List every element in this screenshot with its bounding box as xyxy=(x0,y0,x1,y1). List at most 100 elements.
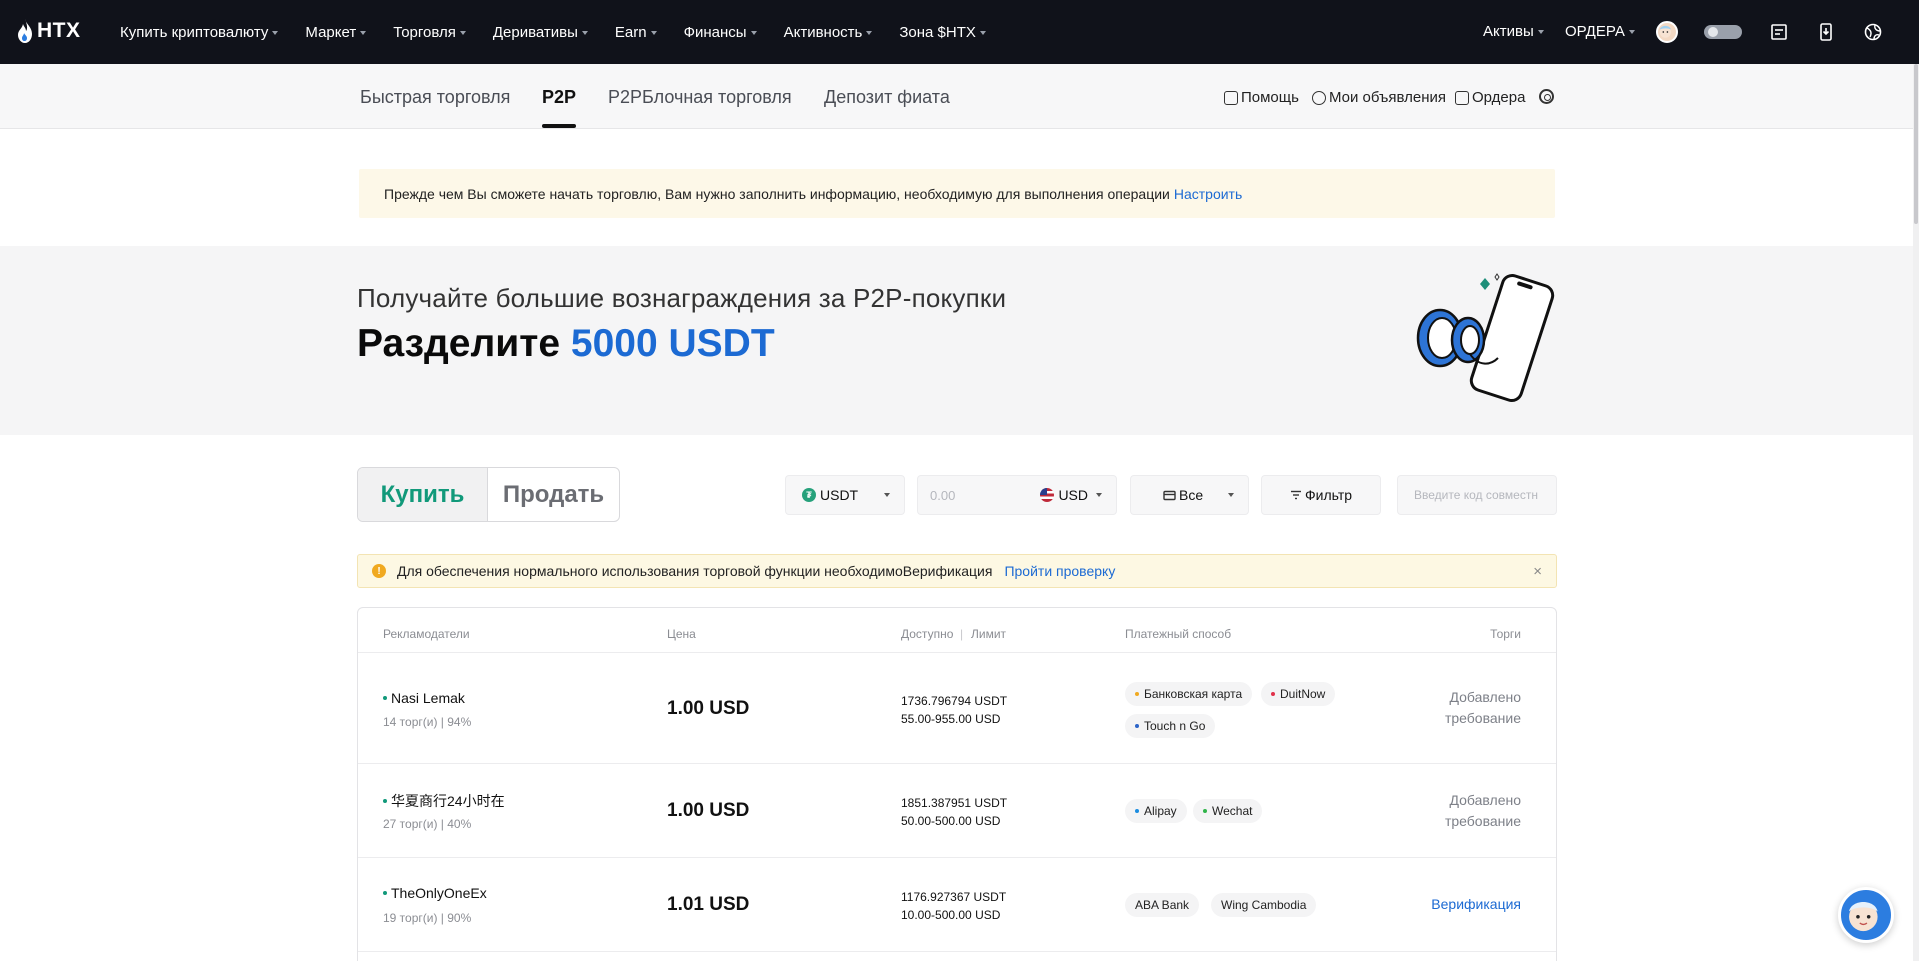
caret-down-icon xyxy=(750,30,757,35)
close-icon[interactable]: × xyxy=(1533,563,1542,580)
trade-action[interactable]: Добавлено требование xyxy=(1445,790,1521,832)
limit-range: 10.00-500.00 USD xyxy=(901,908,1001,922)
tab-p2p-block-trade[interactable]: P2PБлочная торговля xyxy=(608,87,792,108)
orders-link[interactable]: Ордера xyxy=(1455,89,1525,106)
online-dot-icon xyxy=(383,799,387,803)
buy-sell-toggle: Купить Продать xyxy=(357,467,620,522)
active-tab-indicator xyxy=(542,124,576,128)
payment-dot-icon xyxy=(1135,724,1139,728)
htx-logo[interactable]: HTX xyxy=(16,18,81,44)
banner-title-prefix: Разделите xyxy=(357,322,561,365)
theme-toggle[interactable] xyxy=(1704,25,1742,39)
flame-icon xyxy=(18,19,32,43)
payment-method-tag: Alipay xyxy=(1125,799,1187,823)
tab-quick-trade[interactable]: Быстрая торговля xyxy=(360,87,510,108)
orders-icon xyxy=(1455,90,1469,105)
promo-banner[interactable] xyxy=(0,246,1919,435)
nav-label: Финансы xyxy=(683,23,747,41)
notice-icon[interactable] xyxy=(1769,22,1789,42)
caret-down-icon xyxy=(979,30,986,35)
available-amount: 1851.387951 USDT xyxy=(901,796,1008,810)
verify-link[interactable]: Пройти проверку xyxy=(1004,563,1115,579)
settings-gear-icon[interactable] xyxy=(1539,89,1554,104)
verify-action[interactable]: Верификация xyxy=(1431,894,1521,915)
nav-orders[interactable]: ОРДЕРА xyxy=(1565,23,1635,40)
nav-label: Купить криптовалюту xyxy=(120,23,269,41)
nav-market[interactable]: Маркет xyxy=(305,24,367,41)
support-mascot-icon xyxy=(1849,902,1878,932)
advertiser-name[interactable]: 华夏商行24小时在 xyxy=(383,791,505,811)
logo-text: HTX xyxy=(37,19,81,42)
language-globe-icon[interactable] xyxy=(1863,22,1883,42)
th-available: Доступно xyxy=(901,627,954,641)
nav-derivatives[interactable]: Деривативы xyxy=(493,24,588,41)
caret-down-icon xyxy=(581,30,588,35)
help-link[interactable]: Помощь xyxy=(1224,89,1299,106)
tab-p2p[interactable]: P2P xyxy=(542,87,576,108)
avatar-face-icon xyxy=(1659,25,1672,38)
offers-table: Рекламодатели Цена Доступно | Лимит Плат… xyxy=(357,607,1557,961)
advertiser-name[interactable]: TheOnlyOneEx xyxy=(383,885,487,901)
payment-value: Все xyxy=(1179,487,1204,503)
ads-icon xyxy=(1312,90,1326,105)
main-menu: Купить криптовалюту Маркет Торговля Дери… xyxy=(120,0,1013,64)
payment-label: DuitNow xyxy=(1280,687,1326,701)
payment-dot-icon xyxy=(1271,692,1275,696)
nav-label: ОРДЕРА xyxy=(1565,23,1625,40)
th-divider: | xyxy=(960,627,964,641)
support-chat-button[interactable] xyxy=(1838,887,1894,943)
sell-tab[interactable]: Продать xyxy=(488,468,619,521)
caret-down-icon xyxy=(866,30,873,35)
action-line: Верификация xyxy=(1431,896,1521,912)
th-price: Цена xyxy=(667,627,696,641)
advertiser-stats: 19 торг(и) | 90% xyxy=(383,911,472,925)
offer-available-limit: 1736.796794 USDT 55.00-955.00 USD xyxy=(901,692,1007,728)
page-scrollbar-thumb[interactable] xyxy=(1914,64,1918,224)
banner-title-highlight: 5000 USDT xyxy=(570,322,775,365)
trade-action[interactable]: Добавлено требование xyxy=(1445,687,1521,729)
book-icon xyxy=(1224,90,1238,105)
th-trade: Торги xyxy=(1490,627,1521,641)
payment-method-select[interactable]: Все xyxy=(1130,475,1249,515)
amount-placeholder: 0.00 xyxy=(930,487,956,503)
download-icon[interactable] xyxy=(1816,22,1836,42)
advertiser-stats: 27 торг(и) | 40% xyxy=(383,817,472,831)
coin-select[interactable]: ₮ USDT xyxy=(785,475,905,515)
nav-label: Активы xyxy=(1483,23,1534,40)
nav-finance[interactable]: Финансы xyxy=(684,24,757,41)
advertiser-name-text: 华夏商行24小时在 xyxy=(391,793,505,809)
my-ads-link[interactable]: Мои объявления xyxy=(1312,89,1446,106)
nav-assets[interactable]: Активы xyxy=(1483,23,1544,40)
user-avatar[interactable] xyxy=(1656,21,1678,43)
nav-htx-zone[interactable]: Зона $HTX xyxy=(899,24,986,41)
table-row[interactable]: TheOnlyOneEx 19 торг(и) | 90% 1.01 USD 1… xyxy=(358,858,1556,952)
nav-earn[interactable]: Earn xyxy=(615,24,657,41)
advertiser-name[interactable]: Nasi Lemak xyxy=(383,690,465,706)
action-line: Добавлено xyxy=(1449,689,1522,705)
payment-dot-icon xyxy=(1203,809,1207,813)
payment-method-tag: Touch n Go xyxy=(1125,714,1216,738)
table-row[interactable]: 华夏商行24小时在 27 торг(и) | 40% 1.00 USD 1851… xyxy=(358,764,1556,858)
online-dot-icon xyxy=(383,696,387,700)
filter-button[interactable]: Фильтр xyxy=(1261,475,1381,515)
cooperation-code-input[interactable]: Введите код совместн xyxy=(1397,475,1557,515)
th-payment: Платежный способ xyxy=(1125,627,1232,641)
buy-tab[interactable]: Купить xyxy=(358,468,488,521)
payment-method-tag: Wechat xyxy=(1193,799,1263,823)
setup-link[interactable]: Настроить xyxy=(1174,186,1242,202)
nav-trade[interactable]: Торговля xyxy=(393,24,466,41)
nav-buy-crypto[interactable]: Купить криптовалюту xyxy=(120,23,279,41)
caret-down-icon xyxy=(1537,30,1544,34)
payment-method-tag: DuitNow xyxy=(1261,682,1336,706)
chevron-down-icon xyxy=(1228,493,1234,497)
help-label: Помощь xyxy=(1241,89,1299,106)
amount-input[interactable]: 0.00 USD xyxy=(917,475,1117,515)
caret-down-icon xyxy=(360,30,367,35)
nav-label: Зона $HTX xyxy=(899,23,976,41)
payment-label: Touch n Go xyxy=(1144,719,1206,733)
tab-fiat-deposit[interactable]: Депозит фиата xyxy=(824,87,950,108)
nav-activity[interactable]: Активность xyxy=(784,24,873,41)
table-row[interactable]: Nasi Lemak 14 торг(и) | 94% 1.00 USD 173… xyxy=(358,653,1556,764)
caret-down-icon xyxy=(272,30,279,35)
chevron-down-icon xyxy=(1096,493,1102,497)
